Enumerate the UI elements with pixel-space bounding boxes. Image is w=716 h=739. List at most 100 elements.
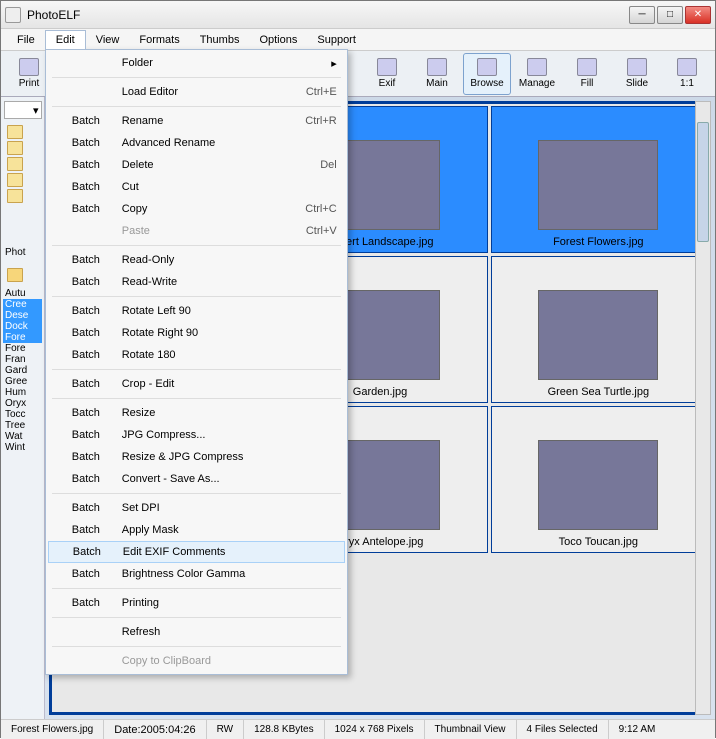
1:1-icon [677, 58, 697, 76]
edit-menu-item[interactable]: BatchCopyCtrl+C [48, 198, 345, 220]
statusbar: Forest Flowers.jpg Date: 2005:04:26 RW 1… [1, 719, 715, 739]
status-filename: Forest Flowers.jpg [1, 720, 104, 739]
toolbar-exif[interactable]: Exif [363, 53, 411, 95]
edit-menu-item[interactable]: Folder▸ [48, 52, 345, 74]
slide-icon [627, 58, 647, 76]
status-time: 9:12 AM [609, 720, 666, 739]
edit-menu-item[interactable]: BatchEdit EXIF Comments [48, 541, 345, 563]
minimize-button[interactable]: ─ [629, 6, 655, 24]
status-date: Date: 2005:04:26 [104, 720, 206, 739]
edit-menu-item[interactable]: BatchSet DPI [48, 497, 345, 519]
menu-support[interactable]: Support [307, 31, 366, 49]
file-list-item[interactable]: Tree [3, 420, 42, 431]
side-panel: ▾ Phot AutuCreeDeseDockForeForeFranGardG… [1, 97, 45, 719]
thumbnail-image [538, 290, 658, 380]
thumbnail-cell[interactable]: Green Sea Turtle.jpg [491, 256, 706, 403]
maximize-button[interactable]: □ [657, 6, 683, 24]
edit-menu-item[interactable]: BatchRead-Only [48, 249, 345, 271]
toolbar-slide[interactable]: Slide [613, 53, 661, 95]
edit-menu-item[interactable]: BatchBrightness Color Gamma [48, 563, 345, 585]
toolbar-manage[interactable]: Manage [513, 53, 561, 95]
menu-edit[interactable]: Edit [45, 30, 86, 49]
menu-thumbs[interactable]: Thumbs [190, 31, 250, 49]
edit-menu-item[interactable]: BatchRenameCtrl+R [48, 110, 345, 132]
file-list-item[interactable]: Tocc [3, 409, 42, 420]
manage-icon [527, 58, 547, 76]
file-list-item[interactable]: Hum [3, 387, 42, 398]
thumbnail-image [538, 440, 658, 530]
edit-menu-item[interactable]: BatchAdvanced Rename [48, 132, 345, 154]
thumbnail-caption: Oryx Antelope.jpg [337, 536, 424, 548]
status-rw: RW [207, 720, 244, 739]
status-view: Thumbnail View [425, 720, 517, 739]
thumbnail-caption: Toco Toucan.jpg [559, 536, 638, 548]
folder-icon[interactable] [7, 125, 23, 139]
drive-dropdown[interactable]: ▾ [4, 101, 42, 119]
thumbnail-cell[interactable]: Toco Toucan.jpg [491, 406, 706, 553]
file-list-item[interactable]: Gree [3, 376, 42, 387]
file-list-item[interactable]: Wat [3, 431, 42, 442]
main-icon [427, 58, 447, 76]
status-dims: 1024 x 768 Pixels [325, 720, 425, 739]
file-list-item[interactable]: Fran [3, 354, 42, 365]
edit-menu-item[interactable]: BatchConvert - Save As... [48, 468, 345, 490]
file-list-item[interactable]: Autu [3, 288, 42, 299]
scrollbar-thumb[interactable] [697, 122, 709, 242]
app-title: PhotoELF [27, 8, 629, 22]
file-list-item[interactable]: Fore [3, 332, 42, 343]
exif-icon [377, 58, 397, 76]
edit-menu-item[interactable]: BatchRotate 180 [48, 344, 345, 366]
file-list-item[interactable]: Fore [3, 343, 42, 354]
edit-menu-item[interactable]: BatchDeleteDel [48, 154, 345, 176]
folder-icon[interactable] [7, 141, 23, 155]
thumbnail-cell[interactable]: Forest Flowers.jpg [491, 106, 706, 253]
edit-menu-item[interactable]: BatchCrop - Edit [48, 373, 345, 395]
file-list-item[interactable]: Cree [3, 299, 42, 310]
edit-menu-item[interactable]: Refresh [48, 621, 345, 643]
camera-icon[interactable] [7, 268, 23, 282]
edit-menu-item[interactable]: BatchResize [48, 402, 345, 424]
edit-menu-item[interactable]: BatchCut [48, 176, 345, 198]
edit-menu-item[interactable]: BatchRotate Right 90 [48, 322, 345, 344]
file-list-item[interactable]: Oryx [3, 398, 42, 409]
thumbnail-image [538, 140, 658, 230]
toolbar-browse[interactable]: Browse [463, 53, 511, 95]
submenu-arrow-icon: ▸ [331, 57, 337, 70]
menubar: FileEditViewFormatsThumbsOptionsSupport [1, 29, 715, 51]
file-list-item[interactable]: Dock [3, 321, 42, 332]
edit-menu-item[interactable]: BatchJPG Compress... [48, 424, 345, 446]
printer-icon [19, 58, 39, 76]
edit-menu-item[interactable]: BatchPrinting [48, 592, 345, 614]
status-size: 128.8 KBytes [244, 720, 324, 739]
toolbar-1:1[interactable]: 1:1 [663, 53, 711, 95]
edit-menu-item[interactable]: BatchRead-Write [48, 271, 345, 293]
menu-view[interactable]: View [86, 31, 130, 49]
edit-menu-item[interactable]: Load EditorCtrl+E [48, 81, 345, 103]
edit-menu-item: Copy to ClipBoard [48, 650, 345, 672]
side-tab-label[interactable]: Phot [3, 247, 42, 258]
folder-icon[interactable] [7, 157, 23, 171]
toolbar-main[interactable]: Main [413, 53, 461, 95]
edit-menu: Folder▸ Load EditorCtrl+E BatchRenameCtrl+… [45, 49, 348, 675]
close-button[interactable]: ✕ [685, 6, 711, 24]
vertical-scrollbar[interactable] [695, 101, 711, 715]
edit-menu-item: PasteCtrl+V [48, 220, 345, 242]
file-list-item[interactable]: Dese [3, 310, 42, 321]
folder-icon[interactable] [7, 173, 23, 187]
menu-options[interactable]: Options [249, 31, 307, 49]
app-icon [5, 7, 21, 23]
thumbnail-caption: Green Sea Turtle.jpg [548, 386, 650, 398]
status-selected: 4 Files Selected [517, 720, 609, 739]
folder-icon[interactable] [7, 189, 23, 203]
menu-file[interactable]: File [7, 31, 45, 49]
thumbnail-caption: Garden.jpg [353, 386, 407, 398]
thumbnail-caption: Forest Flowers.jpg [553, 236, 643, 248]
toolbar-fill[interactable]: Fill [563, 53, 611, 95]
edit-menu-item[interactable]: BatchApply Mask [48, 519, 345, 541]
file-list-item[interactable]: Wint [3, 442, 42, 453]
titlebar: PhotoELF ─ □ ✕ [1, 1, 715, 29]
edit-menu-item[interactable]: BatchRotate Left 90 [48, 300, 345, 322]
edit-menu-item[interactable]: BatchResize & JPG Compress [48, 446, 345, 468]
file-list-item[interactable]: Gard [3, 365, 42, 376]
menu-formats[interactable]: Formats [129, 31, 189, 49]
